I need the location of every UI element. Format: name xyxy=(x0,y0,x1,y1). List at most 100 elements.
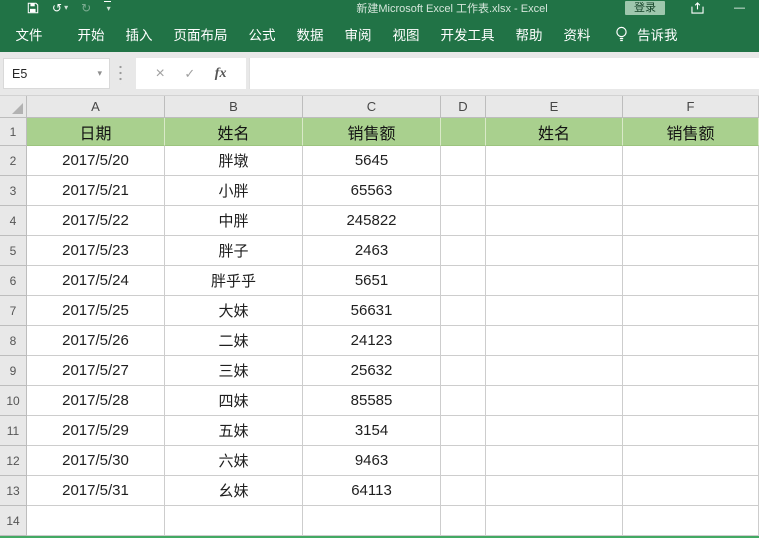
cell-A11[interactable]: 2017/5/29 xyxy=(27,416,165,446)
row-header-6[interactable]: 6 xyxy=(0,266,27,296)
col-header-E[interactable]: E xyxy=(486,96,623,118)
cell-D8[interactable] xyxy=(441,326,486,356)
cell-D3[interactable] xyxy=(441,176,486,206)
ribbon-tab-10[interactable]: 资料 xyxy=(553,24,601,44)
cell-D9[interactable] xyxy=(441,356,486,386)
share-icon[interactable] xyxy=(691,2,704,14)
save-icon[interactable] xyxy=(27,2,39,14)
cell-B14[interactable] xyxy=(165,506,303,536)
cell-E6[interactable] xyxy=(486,266,623,296)
minimize-button[interactable]: — xyxy=(734,2,745,14)
cell-C9[interactable]: 25632 xyxy=(303,356,441,386)
ribbon-tab-9[interactable]: 帮助 xyxy=(505,24,553,44)
cell-D2[interactable] xyxy=(441,146,486,176)
cell-F1[interactable]: 销售额 xyxy=(623,118,759,146)
cell-C6[interactable]: 5651 xyxy=(303,266,441,296)
cell-C8[interactable]: 24123 xyxy=(303,326,441,356)
col-header-C[interactable]: C xyxy=(303,96,441,118)
ribbon-tab-4[interactable]: 公式 xyxy=(238,24,286,44)
row-header-2[interactable]: 2 xyxy=(0,146,27,176)
row-header-7[interactable]: 7 xyxy=(0,296,27,326)
cell-C11[interactable]: 3154 xyxy=(303,416,441,446)
undo-button[interactable]: ↺ ▾ xyxy=(52,2,68,14)
cell-D10[interactable] xyxy=(441,386,486,416)
row-header-9[interactable]: 9 xyxy=(0,356,27,386)
ribbon-tab-6[interactable]: 审阅 xyxy=(334,24,382,44)
select-all-button[interactable] xyxy=(0,96,27,118)
row-header-8[interactable]: 8 xyxy=(0,326,27,356)
enter-icon[interactable]: ✓ xyxy=(184,66,195,82)
cell-A8[interactable]: 2017/5/26 xyxy=(27,326,165,356)
ribbon-tab-8[interactable]: 开发工具 xyxy=(430,24,505,44)
cell-A1[interactable]: 日期 xyxy=(27,118,165,146)
cell-A13[interactable]: 2017/5/31 xyxy=(27,476,165,506)
cell-B13[interactable]: 幺妹 xyxy=(165,476,303,506)
cell-D7[interactable] xyxy=(441,296,486,326)
cell-C13[interactable]: 64113 xyxy=(303,476,441,506)
cell-A7[interactable]: 2017/5/25 xyxy=(27,296,165,326)
cell-C5[interactable]: 2463 xyxy=(303,236,441,266)
ribbon-tab-5[interactable]: 数据 xyxy=(286,24,334,44)
cell-F9[interactable] xyxy=(623,356,759,386)
insert-function-icon[interactable]: fx xyxy=(215,66,227,82)
cell-A14[interactable] xyxy=(27,506,165,536)
cell-A12[interactable]: 2017/5/30 xyxy=(27,446,165,476)
cell-F12[interactable] xyxy=(623,446,759,476)
cell-F2[interactable] xyxy=(623,146,759,176)
cell-B11[interactable]: 五妹 xyxy=(165,416,303,446)
cell-D13[interactable] xyxy=(441,476,486,506)
cell-C7[interactable]: 56631 xyxy=(303,296,441,326)
cell-C10[interactable]: 85585 xyxy=(303,386,441,416)
cell-B7[interactable]: 大妹 xyxy=(165,296,303,326)
row-header-4[interactable]: 4 xyxy=(0,206,27,236)
cell-B8[interactable]: 二妹 xyxy=(165,326,303,356)
cell-E11[interactable] xyxy=(486,416,623,446)
row-header-12[interactable]: 12 xyxy=(0,446,27,476)
cell-F11[interactable] xyxy=(623,416,759,446)
cell-C14[interactable] xyxy=(303,506,441,536)
row-header-1[interactable]: 1 xyxy=(0,118,27,146)
cell-A3[interactable]: 2017/5/21 xyxy=(27,176,165,206)
cell-F6[interactable] xyxy=(623,266,759,296)
cell-D12[interactable] xyxy=(441,446,486,476)
cell-D5[interactable] xyxy=(441,236,486,266)
cell-F3[interactable] xyxy=(623,176,759,206)
cell-D1[interactable] xyxy=(441,118,486,146)
cell-E8[interactable] xyxy=(486,326,623,356)
cell-E12[interactable] xyxy=(486,446,623,476)
cell-C3[interactable]: 65563 xyxy=(303,176,441,206)
col-header-F[interactable]: F xyxy=(623,96,759,118)
cell-E13[interactable] xyxy=(486,476,623,506)
ribbon-tab-file[interactable]: 文件 xyxy=(5,24,53,44)
row-header-14[interactable]: 14 xyxy=(0,506,27,536)
cell-D6[interactable] xyxy=(441,266,486,296)
ribbon-tab-1[interactable]: 开始 xyxy=(67,24,115,44)
cell-E2[interactable] xyxy=(486,146,623,176)
formula-input[interactable] xyxy=(249,58,759,89)
row-header-13[interactable]: 13 xyxy=(0,476,27,506)
row-header-3[interactable]: 3 xyxy=(0,176,27,206)
cancel-icon[interactable]: × xyxy=(156,65,165,83)
cell-A10[interactable]: 2017/5/28 xyxy=(27,386,165,416)
cell-E5[interactable] xyxy=(486,236,623,266)
ribbon-tab-2[interactable]: 插入 xyxy=(115,24,163,44)
cell-C12[interactable]: 9463 xyxy=(303,446,441,476)
cell-D4[interactable] xyxy=(441,206,486,236)
cell-C1[interactable]: 销售额 xyxy=(303,118,441,146)
cell-F14[interactable] xyxy=(623,506,759,536)
cell-E1[interactable]: 姓名 xyxy=(486,118,623,146)
cell-B3[interactable]: 小胖 xyxy=(165,176,303,206)
ribbon-tab-3[interactable]: 页面布局 xyxy=(163,24,238,44)
cell-B10[interactable]: 四妹 xyxy=(165,386,303,416)
tell-me-button[interactable]: 告诉我 xyxy=(615,24,678,44)
cell-B12[interactable]: 六妹 xyxy=(165,446,303,476)
cell-A2[interactable]: 2017/5/20 xyxy=(27,146,165,176)
col-header-B[interactable]: B xyxy=(165,96,303,118)
cell-B9[interactable]: 三妹 xyxy=(165,356,303,386)
cell-E7[interactable] xyxy=(486,296,623,326)
cell-E14[interactable] xyxy=(486,506,623,536)
cell-D14[interactable] xyxy=(441,506,486,536)
cell-C4[interactable]: 245822 xyxy=(303,206,441,236)
cell-F7[interactable] xyxy=(623,296,759,326)
cell-D11[interactable] xyxy=(441,416,486,446)
